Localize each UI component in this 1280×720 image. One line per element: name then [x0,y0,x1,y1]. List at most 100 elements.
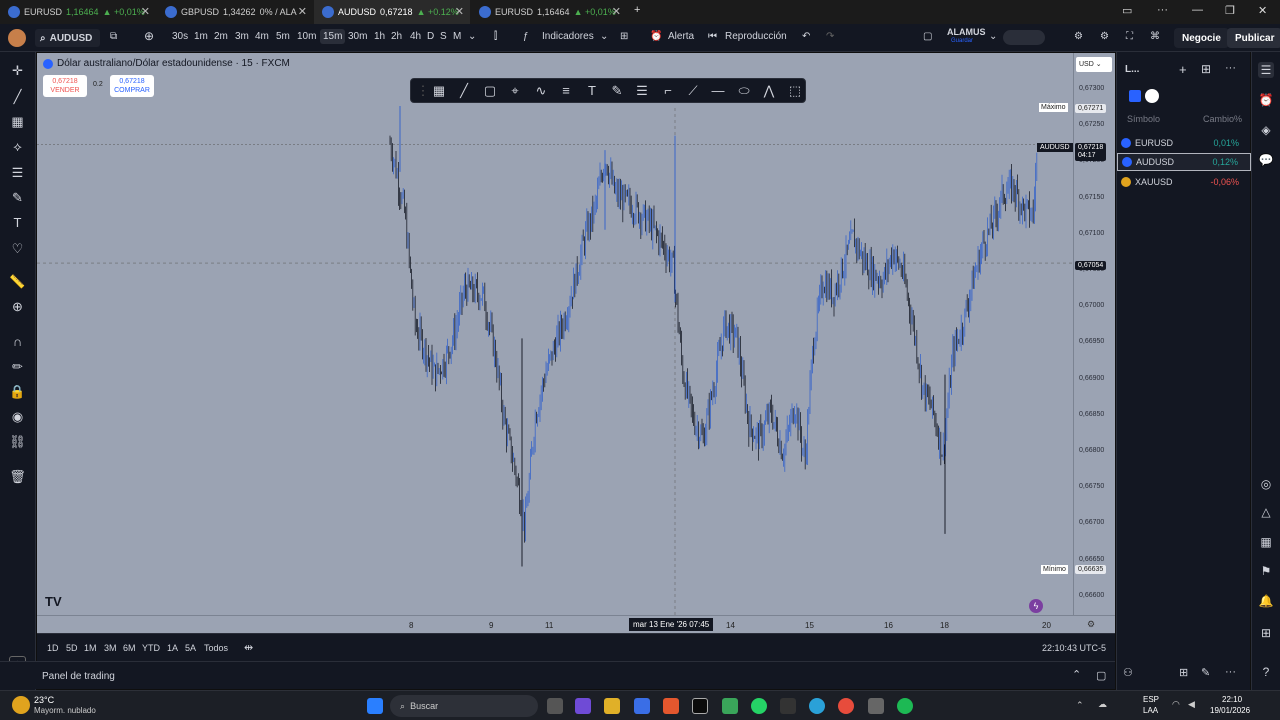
signals-icon[interactable]: ⚑ [1258,563,1274,579]
app-icon[interactable] [722,698,738,714]
interval-30m[interactable]: 30m [348,31,367,42]
range-3m[interactable]: 3M [104,643,117,653]
range-1m[interactable]: 1M [84,643,97,653]
chevron-up-icon[interactable]: ⌃ [1076,700,1084,711]
trendline-icon[interactable]: ╱ [9,88,26,105]
text-icon[interactable]: T [9,214,26,231]
indicators-button[interactable]: Indicadores [542,31,594,42]
avatar[interactable] [8,29,26,47]
help-icon[interactable]: ? [1258,664,1274,680]
redo-icon[interactable]: ↷ [826,31,834,42]
callout-icon[interactable]: ⬚ [787,83,803,99]
close-window-icon[interactable]: ✕ [1258,4,1267,17]
layout-name[interactable]: ALAMUS [947,27,986,37]
layout-icon[interactable]: ▢ [923,31,932,42]
forecast-icon[interactable]: ☰ [9,164,26,181]
close-icon[interactable]: ✕ [455,5,464,18]
date-range-icon[interactable]: ⇹ [244,641,253,654]
browser-tab-3[interactable]: AUDUSD 0,67218 ▲ +0.12% ✕ [314,0,470,24]
magnet-icon[interactable]: ∩ [9,333,26,350]
layout-grid-icon[interactable]: ⊞ [1179,666,1188,679]
interval-30s[interactable]: 30s [172,31,188,42]
axis-settings-icon[interactable]: ⚙ [1087,619,1095,630]
range-5d[interactable]: 5D [66,643,78,653]
interval-2h[interactable]: 2h [391,31,402,42]
lock-draw-icon[interactable]: ✏ [9,358,26,375]
interval-4m[interactable]: 4m [255,31,269,42]
broker-icon[interactable]: ⚇ [1123,666,1133,679]
browser-tab-2[interactable]: GBPUSD 1,34262 0% / ALA ✕ [157,0,313,24]
publish-button[interactable]: Publicar [1227,28,1280,48]
minimize-icon[interactable]: — [1192,4,1203,16]
add-icon[interactable]: + [1179,62,1187,77]
table-icon[interactable]: ⊞ [1201,62,1211,76]
pattern-icon[interactable]: ⟡ [9,138,26,155]
range-todos[interactable]: Todos [204,643,228,653]
interval-1h[interactable]: 1h [374,31,385,42]
interval-d[interactable]: D [427,31,434,42]
copilot-icon[interactable] [575,698,591,714]
add-symbol-icon[interactable]: ⊕ [144,29,154,43]
lightning-icon[interactable]: ϟ [1029,599,1043,613]
grid-icon[interactable]: ▦ [431,83,447,99]
interval-5m[interactable]: 5m [276,31,290,42]
language-label[interactable]: ESP [1143,695,1159,704]
settings-icon[interactable]: ⚙ [1100,31,1109,42]
filter-icon[interactable] [1129,90,1141,102]
camera-icon[interactable]: ⌘ [1150,31,1160,42]
candle-type-icon[interactable]: ⫿ [494,31,497,42]
windows-start-icon[interactable] [367,698,383,714]
symbol-search[interactable]: ⌕ AUDUSD [35,29,100,47]
flag-icon[interactable] [1145,89,1159,103]
browser-tab-4[interactable]: EURUSD 1,16464 ▲ +0,01% ✕ [471,0,627,24]
range-1d[interactable]: 1D [47,643,59,653]
line-icon[interactable]: ╱ [456,83,472,99]
taskbar-date[interactable]: 19/01/2026 [1210,706,1250,715]
wave-icon[interactable]: ∿ [533,83,549,99]
text-tool-icon[interactable]: T [584,83,600,99]
more-icon[interactable]: ··· [1225,666,1236,678]
cloud-icon[interactable]: ☁ [1098,699,1107,710]
drag-handle-icon[interactable]: ⋮ [415,83,431,99]
broker-toggle[interactable] [1003,30,1045,45]
chrome-icon[interactable] [838,698,854,714]
bell-icon[interactable]: 🔔 [1258,593,1274,609]
app2-icon[interactable] [868,698,884,714]
chevron-down-icon[interactable]: ⌄ [989,31,997,42]
ruler-icon[interactable]: 📏 [9,273,26,290]
buy-button[interactable]: 0,67218 COMPRAR [110,75,154,97]
ellipse-icon[interactable]: ⬭ [736,83,752,99]
task-view-icon[interactable] [547,698,563,714]
spotify-icon[interactable] [897,698,913,714]
undo-icon[interactable]: ↶ [802,31,810,42]
clock-label[interactable]: 22:10:43 UTC-5 [1042,643,1106,653]
range-ytd[interactable]: YTD [142,643,160,653]
path-icon[interactable]: ⌐ [660,83,676,99]
calendar-icon[interactable]: ▦ [1258,534,1274,550]
brush-tool-icon[interactable]: ⟋ [685,83,701,99]
folder-icon[interactable] [604,698,620,714]
brave-icon[interactable] [663,698,679,714]
target-icon[interactable]: ◎ [1258,476,1274,492]
zoom-icon[interactable]: ⊕ [9,298,26,315]
range-5a[interactable]: 5A [185,643,196,653]
chevron-down-icon[interactable]: ⌄ [468,31,476,42]
telegram-icon[interactable] [809,698,825,714]
interval-3m[interactable]: 3m [235,31,249,42]
fib-icon[interactable]: ▦ [9,113,26,130]
volume-icon[interactable]: ◀ [1188,699,1195,710]
close-icon[interactable]: ✕ [612,5,621,18]
sell-button[interactable]: 0,67218 VENDER [43,75,87,97]
trading-panel-button[interactable]: Panel de trading [42,671,115,682]
alert-button[interactable]: Alerta [668,31,694,42]
watchlist-icon[interactable]: ☰ [1258,62,1274,78]
layers-icon[interactable]: ◈ [1258,122,1274,138]
taskbar-search[interactable]: ⌕ Buscar [390,695,538,717]
new-tab-icon[interactable]: + [634,4,640,16]
taskbar-time[interactable]: 22:10 [1222,695,1242,704]
more-icon[interactable]: ··· [1157,4,1168,16]
trade-button[interactable]: Negocie [1174,28,1229,48]
time-axis[interactable]: 8 9 11 14 15 16 18 20 mar 13 Ene '26 07:45 ⚙ [37,615,1115,633]
notion-icon[interactable] [780,698,796,714]
weather-icon[interactable] [12,696,30,714]
